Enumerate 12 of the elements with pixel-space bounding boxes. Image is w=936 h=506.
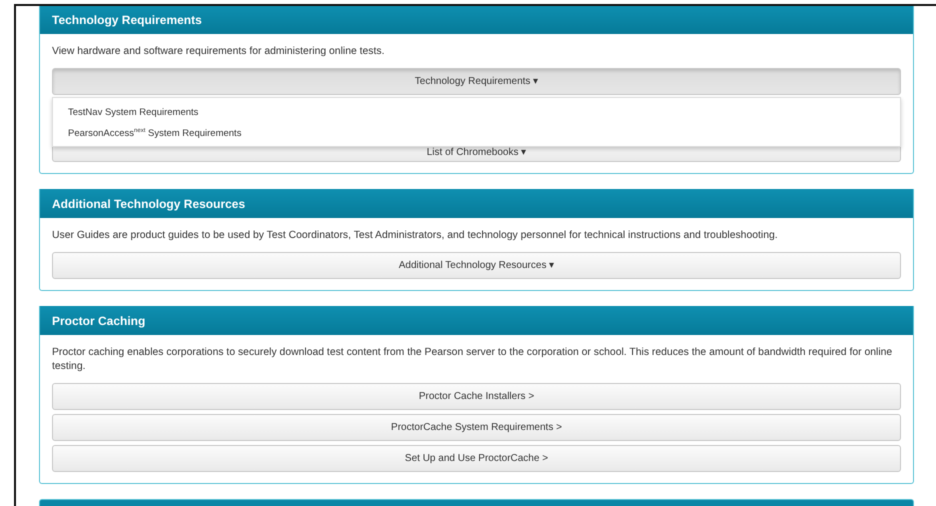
panel-description: View hardware and software requirements for administering online tests. <box>52 45 386 59</box>
panel-header: Technology Requirements <box>40 6 913 34</box>
dropdown-button[interactable]: ProctorCache System Requirements > <box>52 414 901 441</box>
panel-description: User Guides are product guides to be used by Test Coordinators, Test Administrators, and technology personnel for technical instructions and troubleshooting. <box>52 229 779 243</box>
panel-header: Proctor Caching <box>40 306 913 335</box>
panel-description: Proctor caching enables corporations to securely download test content from the Pearson server to the corporation or school. This reduces the amount of bandwidth required for online testing. <box>52 346 894 374</box>
dropdown-button[interactable]: Proctor Cache Installers > <box>52 383 901 410</box>
dropdown-button[interactable]: Technology Requirements ▾ <box>52 68 901 95</box>
dropdown-button[interactable]: Set Up and Use ProctorCache > <box>52 445 901 472</box>
menu-item[interactable]: TestNav System Requirements <box>53 103 900 122</box>
dropdown-button[interactable]: Additional Technology Resources ▾ <box>52 252 901 279</box>
panel-header: Additional Technology Resources <box>40 189 913 218</box>
